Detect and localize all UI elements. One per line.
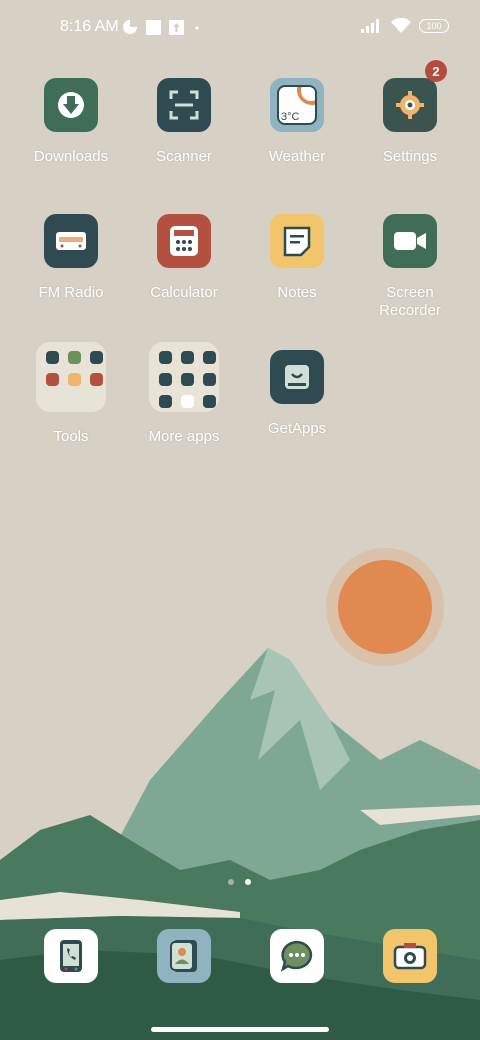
app-label: FM Radio xyxy=(38,284,104,301)
download-icon xyxy=(44,78,98,132)
app-getapps[interactable]: GetApps xyxy=(242,350,352,438)
app-label: Calculator xyxy=(150,284,218,301)
app-notes[interactable]: Notes xyxy=(242,214,352,302)
notes-icon xyxy=(270,214,324,268)
app-label: GetApps xyxy=(267,420,327,437)
folder-more-apps[interactable]: More apps xyxy=(129,342,239,446)
video-camera-icon xyxy=(383,214,437,268)
upload-icon xyxy=(169,19,184,35)
app-settings[interactable]: 2 Settings xyxy=(355,60,465,166)
dock-camera[interactable] xyxy=(383,929,437,983)
sun xyxy=(338,560,432,654)
app-calculator[interactable]: Calculator xyxy=(129,214,239,302)
app-label-line2: Recorder xyxy=(379,302,441,319)
app-label: Tools xyxy=(53,428,89,445)
dock-contacts[interactable] xyxy=(157,929,211,983)
contacts-icon xyxy=(170,940,197,972)
app-downloads[interactable]: Downloads xyxy=(16,78,126,166)
page-dot-2-active[interactable] xyxy=(245,879,251,885)
page-indicator xyxy=(228,879,251,885)
scanner-icon xyxy=(157,78,211,132)
status-time: 8:16 AM xyxy=(60,18,119,35)
message-icon xyxy=(280,940,313,972)
page-dot-1[interactable] xyxy=(228,879,234,885)
folder-icon xyxy=(149,342,219,412)
app-fm-radio[interactable]: FM Radio xyxy=(16,214,126,302)
gear-icon: 2 xyxy=(383,60,447,132)
app-scanner[interactable]: Scanner xyxy=(129,78,239,166)
weather-icon: 3°C xyxy=(270,78,324,132)
app-label: Downloads xyxy=(33,148,109,165)
data-saver-icon xyxy=(123,20,137,34)
dock-phone[interactable] xyxy=(44,929,98,983)
app-label-line1: Screen xyxy=(386,284,434,301)
weather-temp: 3°C xyxy=(281,111,300,123)
status-bar: 8:16 AM 100 xyxy=(0,0,480,56)
app-screen-recorder[interactable]: Screen Recorder xyxy=(355,214,465,320)
folder-tools[interactable]: Tools xyxy=(16,342,126,446)
app-label: Weather xyxy=(268,148,326,165)
folder-icon xyxy=(36,342,106,412)
dot-icon xyxy=(195,26,199,29)
home-gesture-bar[interactable] xyxy=(151,1027,329,1032)
dock-messages[interactable] xyxy=(270,929,324,983)
app-label: More apps xyxy=(148,428,220,445)
app-weather[interactable]: 3°C Weather xyxy=(242,78,352,166)
calculator-icon xyxy=(157,214,211,268)
store-bag-icon xyxy=(270,350,324,404)
radio-icon xyxy=(44,214,98,268)
app-label: Screen Recorder xyxy=(355,284,465,320)
phone-icon xyxy=(60,940,82,972)
app-label: Notes xyxy=(277,284,317,301)
app-label: Scanner xyxy=(156,148,212,165)
camera-icon xyxy=(393,943,427,970)
status-notification-icons xyxy=(122,19,202,35)
notification-badge: 2 xyxy=(425,60,447,82)
app-label: Settings xyxy=(382,148,438,165)
square-icon xyxy=(146,19,161,35)
wifi-icon xyxy=(391,18,411,33)
status-system-icons: 100 xyxy=(361,18,449,34)
signal-icon xyxy=(361,19,379,33)
battery-icon: 100 xyxy=(419,19,449,33)
